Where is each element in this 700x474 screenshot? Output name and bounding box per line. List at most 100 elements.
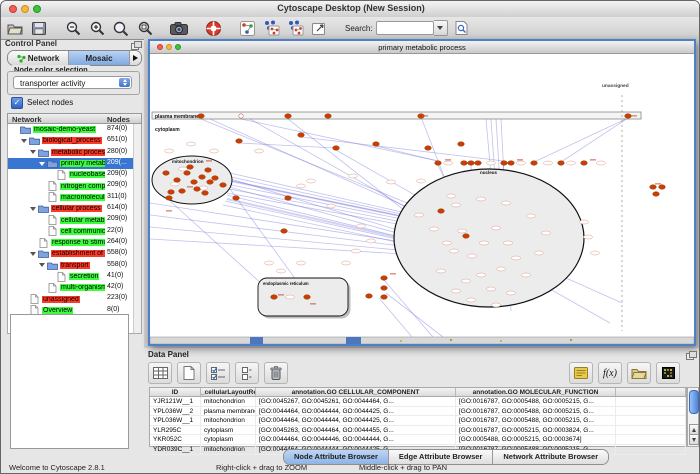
browser-tab[interactable]: Node Attribute Browser [284, 450, 389, 464]
browser-tab[interactable]: Edge Attribute Browser [389, 450, 493, 464]
zoom-out-button[interactable] [63, 19, 83, 37]
label-node[interactable] [171, 182, 180, 186]
label-node[interactable] [297, 261, 306, 265]
tree-row[interactable]: primary metabo209(... [8, 158, 141, 169]
label-node[interactable] [542, 231, 551, 235]
scroll-down-button[interactable] [689, 434, 699, 445]
open-session-button[interactable] [5, 19, 25, 37]
tree-row[interactable]: secretion41(0) [8, 271, 141, 282]
column-header[interactable] [616, 388, 686, 396]
label-node[interactable] [497, 267, 506, 271]
gene-node[interactable] [435, 161, 442, 166]
snapshot-button[interactable] [169, 19, 189, 37]
select-attributes-button[interactable] [206, 362, 230, 384]
gene-node[interactable] [373, 142, 380, 147]
float-panel-icon[interactable] [131, 41, 140, 49]
label-node[interactable] [437, 269, 446, 273]
label-node[interactable] [452, 289, 461, 293]
table-row[interactable]: YJR121W__1mitochondrion[GO:0045267, GO:0… [150, 397, 686, 407]
table-scrollbar[interactable] [687, 387, 699, 447]
search-dropdown-button[interactable] [434, 20, 448, 36]
gene-node[interactable] [184, 171, 191, 176]
gene-node[interactable] [236, 139, 243, 144]
gene-node[interactable] [468, 161, 475, 166]
gene-node[interactable] [381, 295, 388, 300]
label-node[interactable] [417, 179, 426, 183]
label-node[interactable] [480, 241, 489, 245]
gene-node[interactable] [381, 276, 388, 281]
scrollbar-thumb[interactable] [689, 390, 699, 414]
label-node[interactable] [467, 298, 476, 302]
label-node[interactable] [452, 203, 461, 207]
gene-node[interactable] [298, 133, 305, 138]
label-node[interactable] [187, 142, 196, 146]
label-node[interactable] [450, 249, 459, 253]
gene-node[interactable] [458, 142, 465, 147]
table-row[interactable]: YPL036W__1mitochondrion[GO:0044464, GO:0… [150, 416, 686, 426]
gene-node[interactable] [333, 146, 340, 151]
table-row[interactable]: YPL036W__2plasma membrane[GO:0044464, GO… [150, 407, 686, 417]
node-color-select[interactable]: transporter activity [13, 76, 132, 89]
gene-node[interactable] [653, 192, 660, 197]
label-node[interactable] [165, 149, 174, 153]
label-node[interactable] [462, 279, 471, 283]
gene-node-outline[interactable] [239, 114, 243, 118]
label-node[interactable] [352, 249, 361, 253]
gene-node[interactable] [285, 196, 292, 201]
label-node[interactable] [487, 161, 496, 165]
gene-node[interactable] [163, 171, 170, 176]
label-node[interactable] [535, 251, 544, 255]
gene-node[interactable] [205, 168, 212, 173]
tab-mosaic[interactable]: Mosaic [69, 51, 130, 65]
gene-node[interactable] [233, 196, 240, 201]
import-attributes-button[interactable] [627, 362, 651, 384]
expand-arrow-icon[interactable] [30, 148, 38, 156]
gene-node[interactable] [625, 114, 632, 119]
enhanced-search-button[interactable] [452, 19, 472, 37]
gene-node[interactable] [659, 185, 666, 190]
label-node[interactable] [415, 213, 424, 217]
delete-attribute-button[interactable] [264, 362, 288, 384]
label-node[interactable] [527, 214, 536, 218]
label-node[interactable] [265, 261, 274, 265]
unselect-attributes-button[interactable] [235, 362, 259, 384]
gene-node[interactable] [187, 165, 194, 170]
gene-node[interactable] [174, 178, 181, 183]
gene-node[interactable] [207, 180, 214, 185]
label-node[interactable] [458, 229, 467, 233]
gene-node[interactable] [531, 161, 538, 166]
label-node[interactable] [307, 179, 316, 183]
column-header[interactable]: annotation.GO CELLULAR_COMPONENT [256, 388, 456, 396]
label-node[interactable] [286, 295, 295, 299]
gene-node[interactable] [166, 196, 173, 201]
gene-node[interactable] [475, 161, 482, 166]
gene-node[interactable] [650, 185, 657, 190]
tree-row[interactable]: biological_process651(0) [8, 135, 141, 146]
gene-node[interactable] [381, 286, 388, 291]
gene-node[interactable] [191, 180, 198, 185]
tree-row[interactable]: cellular metabo209(0) [8, 214, 141, 225]
gene-node[interactable] [325, 114, 332, 119]
tree-row[interactable]: multi-organism pro42(0) [8, 282, 141, 293]
label-node[interactable] [487, 287, 496, 291]
label-node[interactable] [255, 149, 264, 153]
tree-row[interactable]: transport558(0) [8, 260, 141, 271]
gene-node[interactable] [220, 183, 227, 188]
gene-node[interactable] [463, 234, 470, 239]
attribute-table-header[interactable]: ID_cellularLayoutRegionannotation.GO CEL… [149, 387, 687, 397]
label-node[interactable] [430, 227, 439, 231]
label-node[interactable] [567, 161, 576, 165]
gene-node[interactable] [212, 176, 219, 181]
tree-row[interactable]: nucleobase-209(0) [8, 169, 141, 180]
network-canvas[interactable]: plasma membrane cytoplasm mitochondrion … [150, 53, 694, 344]
label-node[interactable] [443, 241, 452, 245]
tab-network[interactable]: Network [8, 51, 69, 65]
expand-arrow-icon[interactable] [39, 261, 47, 269]
zoom-in-button[interactable] [87, 19, 107, 37]
attribute-table-button[interactable] [148, 362, 172, 384]
column-header[interactable]: annotation.GO MOLECULAR_FUNCTION [456, 388, 616, 396]
expand-arrow-icon[interactable] [39, 160, 47, 168]
gene-node[interactable] [508, 161, 515, 166]
label-node[interactable] [517, 161, 526, 165]
label-node[interactable] [342, 261, 351, 265]
